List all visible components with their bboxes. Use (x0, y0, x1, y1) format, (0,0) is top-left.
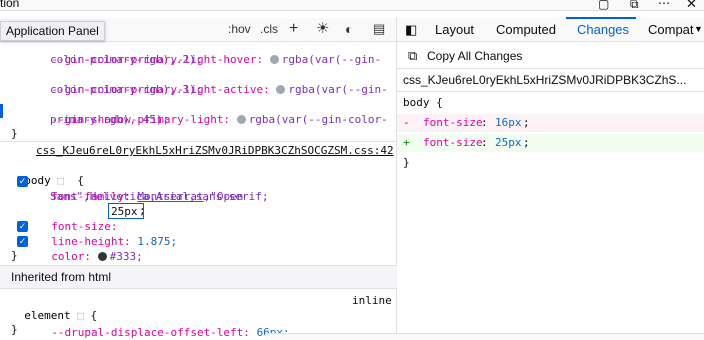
copy-all-changes-button[interactable]: Copy All Changes (427, 49, 522, 63)
window-title-bar: tion ▢ ⧉ ⋯ ✕ (0, 0, 704, 11)
divider (0, 141, 397, 142)
declaration-checkbox[interactable]: ✓ (17, 176, 28, 187)
declaration-checkbox[interactable]: ✓ (17, 221, 28, 232)
declaration[interactable]: color: #333; (38, 234, 143, 264)
window-title: tion (0, 0, 20, 10)
changes-source-link[interactable]: css_KJeu6reL0ryEkhL5xHriZSMv0JRiDPBK3CZh… (403, 73, 686, 87)
plus-icon: + (403, 136, 410, 149)
popup-icon[interactable]: ⧉ (630, 0, 639, 12)
chevron-down-icon[interactable]: ▼ (694, 18, 703, 41)
divider (397, 68, 704, 69)
dark-scheme-icon[interactable]: ◐ (345, 20, 353, 38)
added-line: + font-size : 25px ; (397, 134, 704, 152)
tab-changes[interactable]: Changes (577, 18, 629, 41)
color-swatch-icon[interactable] (269, 55, 279, 64)
color-swatch-icon[interactable] (276, 85, 286, 94)
rule-close-brace: } (11, 323, 18, 336)
removed-prop: font-size (423, 116, 483, 129)
tab-compat[interactable]: Compat (648, 18, 694, 41)
added-prop: font-size (423, 136, 483, 149)
declaration-cont: color-primary-rgb),.2); (50, 53, 203, 66)
minus-icon: - (403, 116, 410, 129)
changes-close-brace: } (403, 156, 410, 169)
removed-value: 16px (495, 116, 522, 129)
rule-marker (0, 104, 3, 118)
changes-selector: body { (403, 96, 443, 109)
color-swatch-icon[interactable] (97, 252, 107, 261)
tab-computed[interactable]: Computed (496, 18, 556, 41)
removed-line: - font-size : 16px ; (397, 114, 704, 132)
close-icon[interactable]: ✕ (686, 0, 697, 12)
divider (397, 91, 704, 92)
rule-close-brace: } (11, 127, 18, 140)
copy-icon[interactable]: ⧉ (408, 48, 417, 64)
panel-divider[interactable] (396, 18, 397, 339)
light-scheme-icon[interactable]: ☀ (316, 20, 329, 38)
more-options-icon[interactable]: ⋯ (658, 0, 670, 10)
rule-source-link[interactable]: css_KJeu6reL0ryEkhL5xHriZSMv0JRiDPBK3CZh… (36, 143, 394, 158)
declaration-checkbox[interactable]: ✓ (17, 236, 28, 247)
print-media-icon[interactable]: ▤ (373, 20, 385, 38)
hover-pseudo-button[interactable]: :hov (228, 20, 251, 38)
added-value: 25px (495, 136, 522, 149)
active-tab-indicator (566, 17, 636, 19)
rule-origin: inline (352, 294, 392, 307)
dock-side-icon[interactable]: ▢ (598, 0, 609, 11)
declaration-cont: primary-rgb),.45); (50, 113, 170, 126)
color-swatch-icon[interactable] (236, 115, 246, 124)
inherited-header: Inherited from html (0, 265, 397, 289)
tab-layout[interactable]: Layout (435, 18, 474, 41)
declaration-cont: Sans",Helvetica,Arial,sans-serif; (50, 190, 269, 203)
inherited-label: Inherited from html (11, 270, 112, 284)
sidebar-toggle-icon[interactable]: ◧ (405, 18, 417, 41)
rule-close-brace: } (11, 249, 18, 262)
classes-button[interactable]: .cls (260, 20, 278, 38)
declaration[interactable]: --drupal-displace-offset-left: 66px; (38, 310, 289, 340)
declaration-cont: color-primary-rgb),.3); (50, 83, 203, 96)
tooltip: Application Panel (0, 21, 105, 41)
add-rule-icon[interactable]: + (289, 20, 298, 38)
